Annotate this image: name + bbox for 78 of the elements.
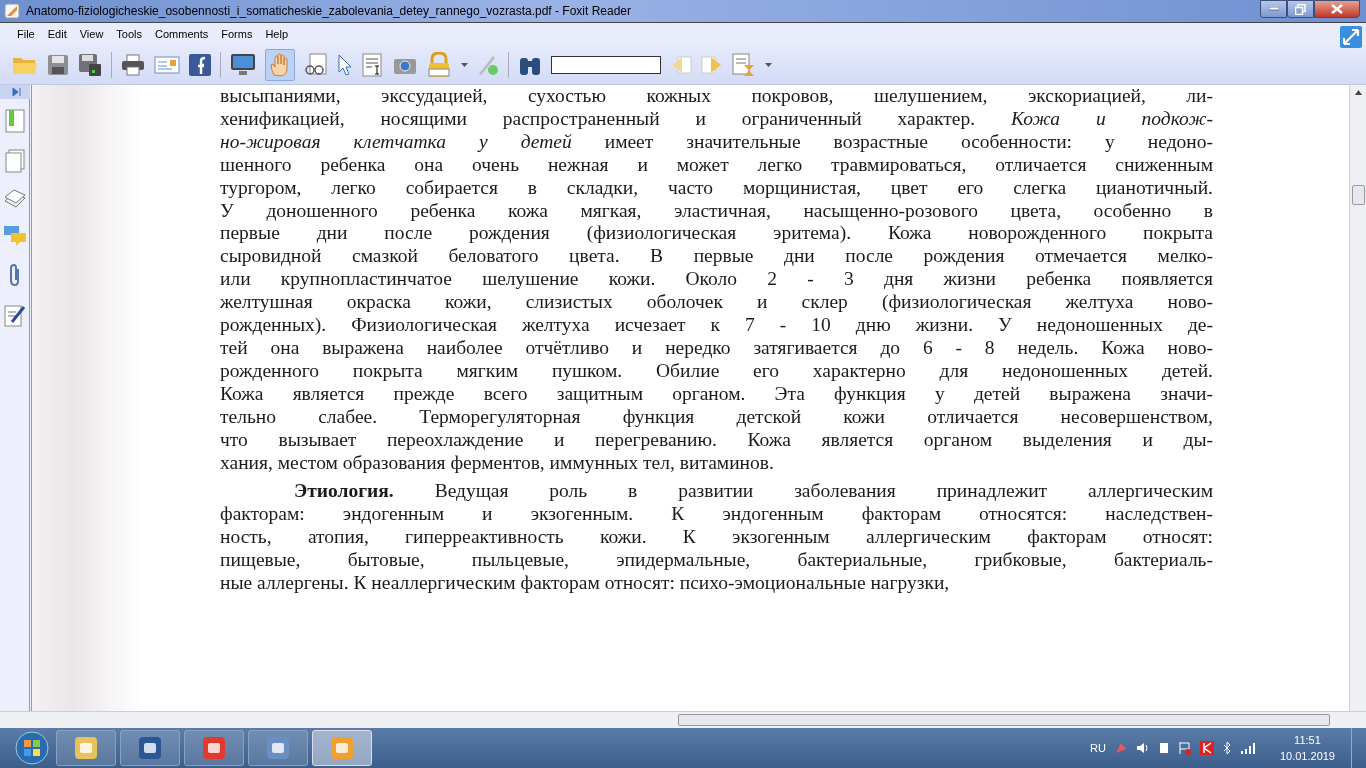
expand-panel-icon[interactable] [0,85,30,99]
app-logo-icon [4,3,20,19]
text-line: или крупнопластинчатое шелушение кожи. Около 2 - 3 дня жизни ребенка появляется [220,268,1213,292]
text-line: Этиология. Ведущая роль в развитии заболевания принадлежит аллергическим [293,480,1213,504]
text-line: но-жировая клетчатка у детей имеет значительные возрастные особенности: у недоно- [220,130,1213,154]
menu-item[interactable]: Edit [42,28,75,40]
cursor-arrow-icon[interactable] [337,53,353,76]
clock-date[interactable]: 10.01.2019 [1279,748,1335,764]
text-line: тельно слабее. Терморегуляторная функция детской кожи отличается несовершенством, [220,405,1213,429]
language-indicator[interactable]: RU [1090,742,1106,754]
clock-time[interactable]: 11:51 [1294,732,1321,748]
k-letter-icon[interactable] [1199,741,1214,755]
vertical-scrollbar[interactable] [1349,85,1366,711]
horizontal-scrollbar[interactable] [0,711,1366,728]
signal-icon[interactable] [1239,742,1256,754]
menu-item[interactable]: Help [260,28,297,40]
text-line: шенного ребенка она очень нежная и может легко травмироваться, отличается сниженным [220,153,1213,177]
text-line: тургором, легко собирается в складки, часто морщинистая, цвет его слегка цианотичный. [220,176,1213,200]
layers-icon[interactable] [3,189,26,209]
speaker-icon[interactable] [1135,741,1150,755]
text-line: ные аллергены. К неаллергическим факторам относят: психо-эмоциональные нагрузки, [220,572,951,595]
restore-button[interactable] [1287,0,1314,18]
text-line: У доношенного ребенка кожа мягкая, эластичная, насыщенно-розового цвета, особенно в [220,199,1213,223]
restore-icon [1295,3,1306,15]
pen-check-icon[interactable] [477,53,499,76]
taskbar-app-button[interactable] [248,730,308,766]
flag-x-icon[interactable] [1177,741,1192,755]
window-title: Anatomo-fiziologicheskie_osobennosti_i_somaticheskie_zabolevania_detey_rannego_vozrasta.pdf - Foxit Reader [26,4,632,18]
monitor-icon[interactable] [230,52,256,77]
paperclip-icon[interactable] [7,263,22,287]
text-line: высыпаниями, экссудацией, сухостью кожных покровов, шелушением, экскориацией, ли- [220,85,1213,108]
menu-item[interactable]: File [12,28,43,40]
caret-icon[interactable] [461,62,468,67]
text-line: рожденного покрыта мягким пушком. Обилие его характерно для недоношенных детей. [220,359,1213,383]
menu-item[interactable]: Forms [216,28,261,40]
printer-icon[interactable] [121,53,145,76]
minimize-button[interactable] [1260,0,1287,18]
text-line: пищевые, бытовые, пыльцевые, эпидермальные, бактериальные, грибковые, бактериаль- [220,549,1213,573]
padlock-icon[interactable] [426,51,452,78]
close-button[interactable] [1314,0,1360,18]
pages-icon[interactable] [4,149,25,173]
search-field[interactable] [551,55,661,74]
comments-icon[interactable] [2,225,27,247]
text-line: хания, местом образования ферментов, иммунных тел, витаминов. [220,451,775,475]
text-line: сыровидной смазкой беловатого цвета. В первые дни после рождения отмечается мелко- [220,245,1213,269]
taskbar-app-button[interactable] [120,730,180,766]
page-hourglass-icon[interactable] [732,52,756,77]
taskbar-app-button[interactable] [184,730,244,766]
text-line: первые дни после рождения (физиологическая эритема). Кожа новорожденного покрыта [220,222,1213,246]
bluetooth-icon[interactable] [1221,741,1232,755]
menu-item[interactable]: Comments [150,28,217,40]
minimize-icon [1268,7,1279,11]
caret-icon[interactable] [765,62,772,67]
text-line: факторам: эндогенным и экзогенным. К эндогенным факторам относятся: наследствен- [220,503,1213,527]
text-line: рожденных). Физиологическая желтуха исчезает к 7 - 10 дню жизни. У недоношенных де- [220,314,1213,337]
close-icon [1331,4,1343,14]
facebook-icon[interactable] [189,53,211,76]
text-line: Кожа является прежде всего защитным органом. Эта функция у детей выражена значи- [220,382,1213,406]
email-icon[interactable] [154,54,180,75]
scroll-thumb[interactable] [1352,185,1365,205]
glasses-page-icon[interactable] [304,52,328,77]
fullscreen-icon[interactable] [1340,26,1362,48]
scroll-up-icon[interactable] [1354,90,1362,95]
save-as-icon[interactable] [78,52,102,77]
text-line: хенификацией, носящими распространенный и ограниченный характер. Кожа и подкож- [220,107,1213,131]
text-select-icon[interactable] [362,52,384,77]
text-line: что вызывает переохлаждение и перегреванию. Кожа является органом выделения и ды- [220,428,1213,452]
text-line: желтушная окраска кожи, слизистых оболочек и склер (физиологическая желтуха ново- [220,291,1213,315]
text-line: тей она выражена наиболее отчётливо и нередко затягивается до 6 - 8 недель. Кожа ново- [220,336,1213,360]
document-pen-icon[interactable] [3,303,26,327]
start-button[interactable] [12,729,52,767]
scroll-thumb[interactable] [678,714,1330,726]
hand-tool-button[interactable] [265,48,295,81]
text-line: ность, атопия, гиперреактивность кожи. К экзогенным аллергическим факторам относят: [220,526,1213,550]
menu-item[interactable]: View [74,28,112,40]
taskbar-app-button[interactable] [56,730,116,766]
menu-item[interactable]: Tools [111,28,151,40]
save-icon[interactable] [47,53,69,76]
